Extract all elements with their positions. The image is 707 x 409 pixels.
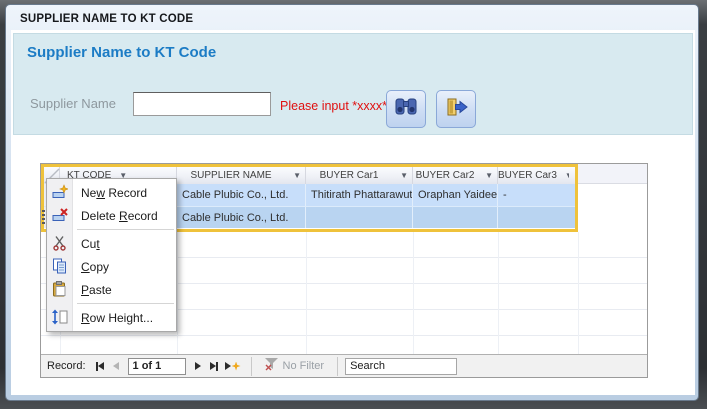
chevron-down-icon[interactable]: ▼: [485, 171, 493, 180]
cell-buyer3: -: [498, 184, 569, 206]
exit-door-icon: [445, 98, 468, 121]
menu-item-row-height[interactable]: Row Height...: [47, 306, 176, 329]
column-header-buyer-car3[interactable]: BUYER Car3 ▼: [498, 167, 569, 184]
record-navigation-bar: Record: 1 of 1 No Filter: [41, 354, 647, 377]
menu-separator: [77, 229, 174, 230]
grid-line: [498, 232, 499, 354]
new-record-icon: [52, 184, 68, 200]
column-header-buyer-car2[interactable]: BUYER Car2 ▼: [413, 167, 498, 184]
menu-item-paste[interactable]: Paste: [47, 278, 176, 301]
grid-line: [413, 232, 414, 354]
supplier-name-label: Supplier Name: [30, 96, 116, 111]
chevron-down-icon[interactable]: ▼: [565, 171, 569, 180]
exit-button[interactable]: [436, 90, 476, 128]
cell-supplier: Cable Plubic Co., Ltd.: [177, 207, 306, 228]
cell-buyer1: Thitirath Phattarawut: [306, 184, 413, 206]
datasheet-header-filler: [578, 164, 647, 184]
divider: [337, 357, 338, 376]
record-label: Record:: [47, 360, 86, 372]
paste-icon: [52, 281, 68, 297]
row-edit-marker: [42, 210, 45, 224]
star-icon: [232, 362, 241, 371]
input-hint-text: Please input *xxxx*: [280, 99, 387, 113]
page-title: Supplier Name to KT Code: [27, 44, 216, 61]
search-button[interactable]: [386, 90, 426, 128]
delete-record-icon: [52, 207, 68, 223]
supplier-name-input[interactable]: [133, 92, 271, 116]
next-record-button[interactable]: [190, 358, 206, 374]
record-position[interactable]: 1 of 1: [128, 358, 186, 375]
search-input[interactable]: [345, 358, 457, 375]
cell-supplier: Cable Plubic Co., Ltd.: [177, 184, 306, 206]
grid-line: [306, 232, 307, 354]
row-height-icon: [52, 309, 68, 325]
funnel-icon: [265, 358, 279, 374]
no-filter-label: No Filter: [283, 360, 325, 372]
app-root: { "window": { "title": "SUPPLIER NAME TO…: [0, 0, 707, 409]
binoculars-icon: [395, 98, 417, 120]
menu-item-delete-record[interactable]: Delete Record: [47, 204, 176, 227]
grid-line: [177, 232, 178, 354]
new-record-button[interactable]: [222, 358, 244, 374]
grid-line: [578, 232, 579, 354]
menu-item-copy[interactable]: Copy: [47, 255, 176, 278]
divider: [251, 357, 252, 376]
cell-buyer3: [498, 207, 569, 228]
previous-record-button[interactable]: [108, 358, 124, 374]
cell-buyer2: Oraphan Yaidee: [413, 184, 498, 206]
first-record-button[interactable]: [92, 358, 108, 374]
window-title: SUPPLIER NAME TO KT CODE: [20, 13, 193, 25]
menu-separator: [77, 303, 174, 304]
chevron-down-icon[interactable]: ▼: [400, 171, 408, 180]
menu-item-new-record[interactable]: New Record: [47, 181, 176, 204]
last-record-button[interactable]: [206, 358, 222, 374]
no-filter-button[interactable]: No Filter: [259, 358, 331, 374]
column-header-supplier-name[interactable]: SUPPLIER NAME ▼: [177, 167, 306, 184]
menu-item-cut[interactable]: Cut: [47, 232, 176, 255]
cell-buyer2: [413, 207, 498, 228]
copy-icon: [52, 258, 68, 274]
cut-icon: [52, 235, 68, 251]
column-header-buyer-car1[interactable]: BUYER Car1 ▼: [306, 167, 413, 184]
cell-buyer1: [306, 207, 413, 228]
context-menu: New Record Delete Record Cut: [46, 178, 177, 332]
chevron-down-icon[interactable]: ▼: [293, 171, 301, 180]
